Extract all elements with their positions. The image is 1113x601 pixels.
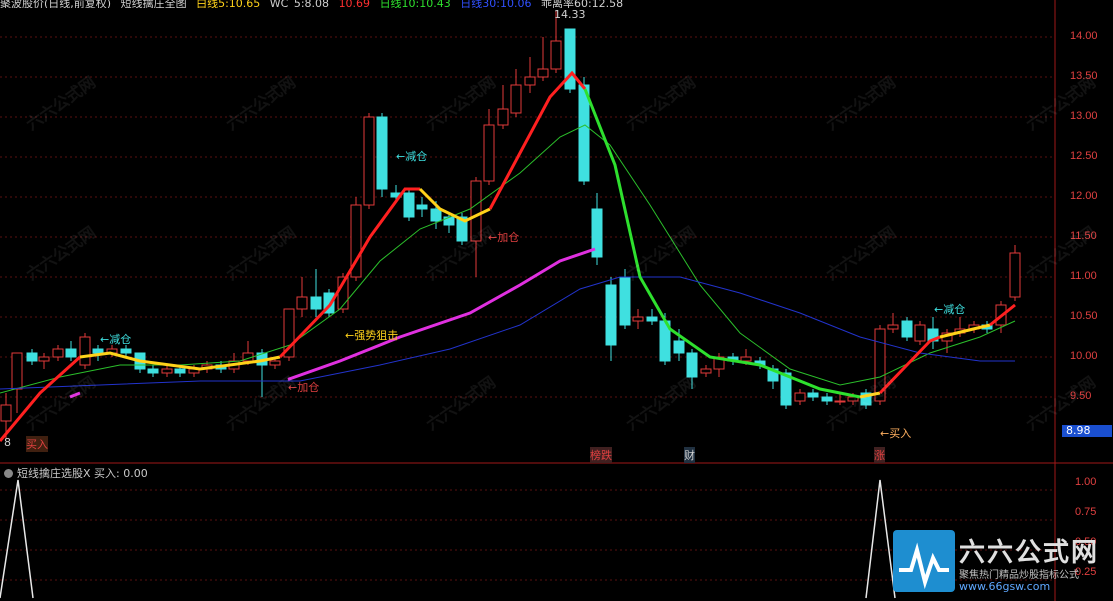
reduce-label: ←减仓 bbox=[100, 333, 132, 346]
candle-body bbox=[430, 208, 442, 222]
price-axis-label: 10.50 bbox=[1070, 310, 1098, 322]
candles bbox=[0, 10, 1021, 439]
candle-body bbox=[443, 216, 455, 226]
candle-body bbox=[0, 404, 12, 422]
current-price-label: 8.98 bbox=[1062, 425, 1112, 437]
candle-body bbox=[821, 396, 833, 402]
candle-body bbox=[52, 348, 64, 358]
candle-body bbox=[524, 76, 536, 86]
logo-icon bbox=[893, 530, 955, 592]
candle-body bbox=[914, 324, 926, 342]
candle-body bbox=[794, 392, 806, 402]
reduce-label: ←减仓 bbox=[396, 150, 428, 163]
candle-body bbox=[92, 348, 104, 354]
reduce-label: ←减仓 bbox=[934, 303, 966, 316]
strong-snipe-label: ←强势狙击 bbox=[345, 329, 399, 342]
candle-body bbox=[26, 352, 38, 362]
candle-body bbox=[1009, 252, 1021, 298]
candle-body bbox=[887, 324, 899, 330]
price-axis-label: 10.00 bbox=[1070, 350, 1098, 362]
price-axis-label: 11.00 bbox=[1070, 270, 1097, 282]
candle-body bbox=[38, 356, 50, 362]
candle-body bbox=[550, 40, 562, 70]
indicator-header: 短线擒庄选股X 买入: 0.00 bbox=[4, 465, 148, 481]
candle-body bbox=[363, 116, 375, 206]
candle-body bbox=[376, 116, 388, 190]
watermark-subtitle: 聚焦热门精品炒股指标公式 bbox=[959, 570, 1079, 581]
price-axis-label: 14.00 bbox=[1070, 30, 1098, 42]
indicator-name[interactable]: 短线擒庄选股X bbox=[17, 467, 91, 480]
price-axis-label: 13.00 bbox=[1070, 110, 1098, 122]
watermark-title: 六六公式网 bbox=[959, 538, 1100, 568]
buy-signal-label: 买入 bbox=[26, 436, 48, 452]
event-marker[interactable]: 财 bbox=[684, 447, 695, 463]
candle-body bbox=[120, 348, 132, 354]
candle-body bbox=[65, 348, 77, 358]
candle-body bbox=[310, 296, 322, 310]
candle-body bbox=[740, 356, 752, 362]
event-marker[interactable]: 涨 bbox=[874, 447, 885, 463]
candle-body bbox=[147, 368, 159, 374]
candle-body bbox=[605, 284, 617, 346]
indicator-settings-icon[interactable] bbox=[4, 469, 13, 478]
candle-body bbox=[632, 316, 644, 322]
price-axis-label: 12.00 bbox=[1070, 190, 1098, 202]
candle-body bbox=[79, 336, 91, 366]
candle-body bbox=[619, 276, 631, 326]
ma-red-line bbox=[488, 70, 587, 210]
candle-body bbox=[416, 204, 428, 210]
candle-body bbox=[11, 352, 23, 390]
candle-body bbox=[646, 316, 658, 322]
event-marker[interactable]: 榜跌 bbox=[590, 447, 612, 463]
candle-body bbox=[510, 84, 522, 114]
candle-body bbox=[403, 192, 415, 218]
price-axis-label: 12.50 bbox=[1070, 150, 1098, 162]
candle-body bbox=[901, 320, 913, 338]
ma-green-line bbox=[583, 88, 861, 399]
watermark-url: www.66gsw.com bbox=[959, 580, 1051, 593]
indicator-value: 买入: 0.00 bbox=[94, 467, 148, 480]
candle-body bbox=[296, 296, 308, 310]
watermark-logo: 六六公式网 聚焦热门精品炒股指标公式 www.66gsw.com bbox=[893, 530, 1113, 598]
low-price-tag: 8 bbox=[4, 436, 11, 449]
candle-body bbox=[174, 368, 186, 374]
candle-body bbox=[807, 392, 819, 398]
buy-signal-label: ←买入 bbox=[880, 427, 912, 440]
indicator-axis-label: 1.00 bbox=[1075, 476, 1097, 488]
candle-body bbox=[673, 340, 685, 354]
candle-body bbox=[269, 360, 281, 366]
high-price-tag: 14.33 bbox=[554, 8, 586, 21]
candle-body bbox=[497, 108, 509, 126]
candle-body bbox=[161, 368, 173, 374]
candle-body bbox=[537, 68, 549, 78]
indicator-axis-label: 0.75 bbox=[1075, 506, 1097, 518]
candle-body bbox=[700, 368, 712, 374]
candle-body bbox=[483, 124, 495, 182]
